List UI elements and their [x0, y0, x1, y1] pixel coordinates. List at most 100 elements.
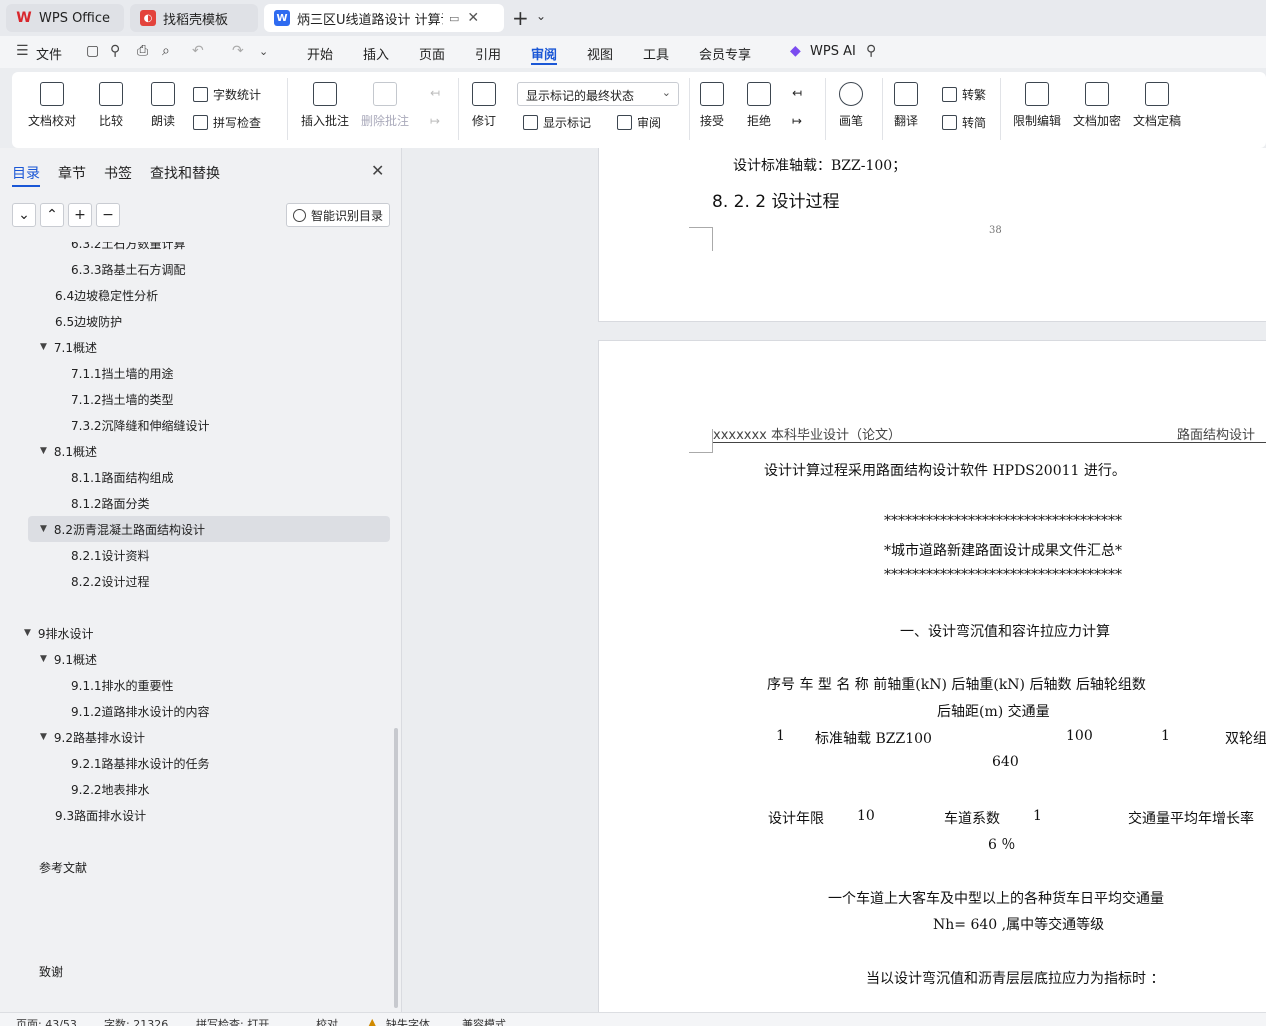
- toc-expand-icon[interactable]: ▼: [40, 654, 47, 664]
- review-pane-button[interactable]: 审阅: [617, 114, 661, 131]
- translate-button[interactable]: 翻译: [894, 82, 918, 129]
- word-count-button[interactable]: 字数统计: [193, 86, 261, 103]
- chevron-down-icon[interactable]: ⌄: [259, 45, 268, 58]
- collapse-up-button[interactable]: ⌃: [40, 203, 64, 227]
- toc-expand-icon[interactable]: ▼: [40, 446, 47, 456]
- reject-button[interactable]: 拒绝: [747, 82, 771, 129]
- delete-comment-button[interactable]: 删除批注: [361, 82, 409, 129]
- toc-item[interactable]: 8.1.2路面分类: [0, 490, 150, 516]
- toc-item[interactable]: 6.3.3路基土石方调配: [0, 256, 186, 282]
- menu-page[interactable]: 页面: [419, 44, 445, 63]
- toc-item[interactable]: 致谢: [0, 958, 63, 984]
- toc-item[interactable]: ▼ 8.1概述: [0, 438, 97, 464]
- status-missing-font[interactable]: 缺失字体: [386, 1016, 430, 1026]
- doc-check-button[interactable]: 文档校对: [28, 82, 76, 129]
- menu-tools[interactable]: 工具: [643, 44, 669, 63]
- toc-item[interactable]: ▼ 9.2路基排水设计: [0, 724, 145, 750]
- toc-expand-icon[interactable]: ▼: [40, 524, 47, 534]
- toc-expand-icon[interactable]: ▼: [24, 628, 31, 638]
- close-icon[interactable]: ✕: [371, 161, 384, 180]
- accept-button[interactable]: 接受: [700, 82, 724, 129]
- toc-item[interactable]: 参考文献: [0, 854, 87, 880]
- tab-wps-office[interactable]: W WPS Office: [6, 4, 124, 32]
- compare-button[interactable]: 比较: [99, 82, 123, 129]
- status-word-count[interactable]: 字数: 21326: [104, 1016, 168, 1026]
- toc-expand-icon[interactable]: ▼: [40, 732, 47, 742]
- print-preview-icon[interactable]: ⌕: [162, 43, 170, 59]
- to-simplified-button[interactable]: 转简: [942, 114, 986, 131]
- status-proof[interactable]: 校对: [316, 1016, 338, 1026]
- remove-heading-button[interactable]: −: [96, 203, 120, 227]
- chevron-down-icon[interactable]: ⌄: [536, 9, 546, 23]
- toc-item[interactable]: ▼ 9排水设计: [0, 620, 94, 646]
- expand-down-button[interactable]: ⌄: [12, 203, 36, 227]
- status-spell-check[interactable]: 拼写检查: 打开: [196, 1016, 269, 1026]
- document-page-39[interactable]: xxxxxxx 本科毕业设计（论文） 路面结构设计 设计计算过程采用路面结构设计…: [598, 340, 1266, 1012]
- undo-icon[interactable]: ↶: [192, 43, 204, 59]
- status-page[interactable]: 页面: 43/53: [16, 1016, 77, 1026]
- spell-check-button[interactable]: 拼写检查: [193, 114, 261, 131]
- markup-state-select[interactable]: 显示标记的最终状态 ⌄: [517, 82, 679, 106]
- ink-button[interactable]: 画笔: [839, 82, 863, 129]
- tab-toc[interactable]: 目录: [12, 163, 40, 183]
- redo-icon[interactable]: ↷: [232, 43, 244, 59]
- toc-item[interactable]: 9.1.1排水的重要性: [0, 672, 174, 698]
- prev-change-icon[interactable]: ↤: [792, 86, 802, 100]
- toc-item[interactable]: 9.3路面排水设计: [0, 802, 146, 828]
- toc-item[interactable]: 7.1.2挡土墙的类型: [0, 386, 174, 412]
- menu-file[interactable]: 文件: [36, 44, 62, 63]
- document-page-38[interactable]: 设计标准轴载：BZZ-100； 8. 2. 2 设计过程 38: [598, 148, 1266, 322]
- toc-item[interactable]: 6.5边坡防护: [0, 308, 122, 334]
- tab-docer-templates[interactable]: ◐ 找稻壳模板: [130, 4, 258, 32]
- close-icon[interactable]: ✕: [467, 10, 479, 26]
- menu-member[interactable]: 会员专享: [699, 44, 751, 63]
- toc-scrollbar[interactable]: [394, 728, 398, 1008]
- encrypt-button[interactable]: 文档加密: [1073, 82, 1121, 129]
- toc-expand-icon[interactable]: ▼: [40, 342, 47, 352]
- prev-comment-icon[interactable]: ↤: [430, 86, 440, 100]
- save-icon[interactable]: ▢: [86, 43, 99, 59]
- hamburger-icon[interactable]: ☰: [16, 43, 29, 59]
- restrict-edit-button[interactable]: 限制编辑: [1013, 82, 1061, 129]
- pin-icon[interactable]: ⚲: [110, 43, 120, 59]
- insert-comment-button[interactable]: 插入批注: [301, 82, 349, 129]
- menu-view[interactable]: 视图: [587, 44, 613, 63]
- print-icon[interactable]: ⎙: [137, 43, 148, 59]
- toc-item[interactable]: 9.2.1路基排水设计的任务: [0, 750, 210, 776]
- tab-chapters[interactable]: 章节: [58, 163, 86, 183]
- toc-item[interactable]: 9.1.2道路排水设计的内容: [0, 698, 210, 724]
- to-traditional-button[interactable]: 转繁: [942, 86, 986, 103]
- next-change-icon[interactable]: ↦: [792, 114, 802, 128]
- smart-toc-button[interactable]: 智能识别目录: [286, 203, 390, 227]
- menu-references[interactable]: 引用: [475, 44, 501, 63]
- next-comment-icon[interactable]: ↦: [430, 114, 440, 128]
- menu-home[interactable]: 开始: [307, 44, 333, 63]
- toc-item[interactable]: ▼ 8.2沥青混凝土路面结构设计: [28, 516, 390, 542]
- track-changes-button[interactable]: 修订: [472, 82, 496, 129]
- menu-review[interactable]: 审阅: [531, 44, 557, 63]
- show-markup-button[interactable]: 显示标记: [523, 114, 591, 131]
- menu-insert[interactable]: 插入: [363, 44, 389, 63]
- toc-item[interactable]: 8.1.1路面结构组成: [0, 464, 174, 490]
- tab-bookmarks[interactable]: 书签: [104, 163, 132, 183]
- toc-item-label: 8.1.1路面结构组成: [71, 470, 174, 485]
- toc-item[interactable]: 6.3.2土石方数量计算: [0, 242, 186, 256]
- monitor-icon[interactable]: ▭: [449, 12, 459, 25]
- toc-item[interactable]: 9.2.2地表排水: [0, 776, 150, 802]
- toc-item[interactable]: 7.3.2沉降缝和伸缩缝设计: [0, 412, 210, 438]
- tab-find-replace[interactable]: 查找和替换: [150, 163, 220, 183]
- lock-doc-icon: [1025, 82, 1049, 106]
- menu-wps-ai[interactable]: WPS AI: [810, 44, 856, 59]
- finalize-button[interactable]: 文档定稿: [1133, 82, 1181, 129]
- toc-item[interactable]: 8.2.1设计资料: [0, 542, 150, 568]
- new-tab-icon[interactable]: +: [512, 6, 529, 30]
- toc-item[interactable]: 6.4边坡稳定性分析: [0, 282, 158, 308]
- toc-item[interactable]: 7.1.1挡土墙的用途: [0, 360, 174, 386]
- toc-item[interactable]: ▼ 9.1概述: [0, 646, 97, 672]
- tab-current-document[interactable]: W 炳三区U线道路设计 计算说明书 ▭ ✕: [264, 4, 504, 32]
- toc-item[interactable]: 8.2.2设计过程: [0, 568, 150, 594]
- toc-item[interactable]: ▼ 7.1概述: [0, 334, 97, 360]
- read-aloud-button[interactable]: 朗读: [151, 82, 175, 129]
- add-heading-button[interactable]: +: [68, 203, 92, 227]
- search-icon[interactable]: ⚲: [866, 43, 876, 59]
